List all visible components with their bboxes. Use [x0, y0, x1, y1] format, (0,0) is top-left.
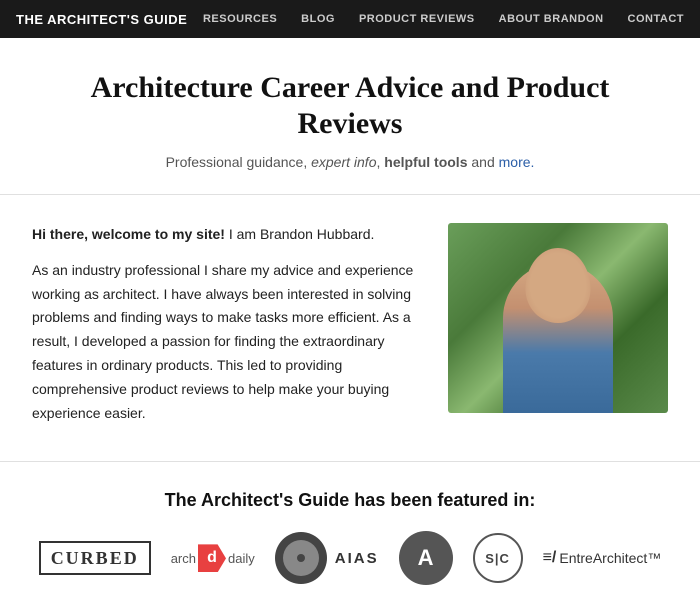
nav-links: RESOURCES BLOG PRODUCT REVIEWS ABOUT BRA…	[203, 13, 684, 25]
aias-text: AIAS	[335, 550, 379, 567]
intro-greeting: Hi there, welcome to my site! I am Brand…	[32, 223, 424, 247]
sc-logo[interactable]: S|C	[473, 533, 523, 583]
aia-circle: A	[399, 531, 453, 585]
intro-section: Hi there, welcome to my site! I am Brand…	[0, 195, 700, 462]
aia-text: A	[418, 545, 434, 571]
archdaily-icon: d	[198, 544, 226, 572]
featured-title: The Architect's Guide has been featured …	[32, 490, 668, 511]
intro-body: As an industry professional I share my a…	[32, 259, 424, 426]
nav-blog[interactable]: BLOG	[301, 13, 335, 25]
hero-section: Architecture Career Advice and Product R…	[0, 38, 700, 195]
logos-row: CURBED arch d daily AIAS A S|C ≡/ Entr	[32, 531, 668, 585]
aia-logo[interactable]: A	[399, 531, 453, 585]
aias-circle	[275, 532, 327, 584]
aias-inner-circle	[283, 540, 319, 576]
sc-text: S|C	[485, 551, 510, 566]
curbed-logo[interactable]: CURBED	[39, 541, 151, 575]
archdaily-logo[interactable]: arch d daily	[171, 544, 255, 572]
archdaily-text-arch: arch	[171, 551, 196, 566]
site-logo[interactable]: THE ARCHITECT'S GUIDE	[16, 12, 187, 27]
hero-title: Architecture Career Advice and Product R…	[40, 70, 660, 142]
entre-text: EntreArchitect™	[559, 550, 661, 566]
aias-logo[interactable]: AIAS	[275, 532, 379, 584]
navigation: THE ARCHITECT'S GUIDE RESOURCES BLOG PRO…	[0, 0, 700, 38]
hero-subtitle: Professional guidance, expert info, help…	[40, 154, 660, 170]
featured-section: The Architect's Guide has been featured …	[0, 462, 700, 609]
author-photo-image	[448, 223, 668, 413]
author-photo	[448, 223, 668, 437]
archdaily-text-daily: daily	[228, 551, 255, 566]
nav-product-reviews[interactable]: PRODUCT REVIEWS	[359, 13, 475, 25]
nav-about-brandon[interactable]: ABOUT BRANDON	[499, 13, 604, 25]
hero-more-link[interactable]: more.	[499, 154, 535, 170]
nav-contact[interactable]: CONTACT	[628, 13, 684, 25]
entrearchitect-logo[interactable]: ≡/ EntreArchitect™	[543, 549, 662, 567]
intro-text: Hi there, welcome to my site! I am Brand…	[32, 223, 424, 437]
entre-symbol: ≡/	[543, 549, 557, 567]
nav-resources[interactable]: RESOURCES	[203, 13, 277, 25]
